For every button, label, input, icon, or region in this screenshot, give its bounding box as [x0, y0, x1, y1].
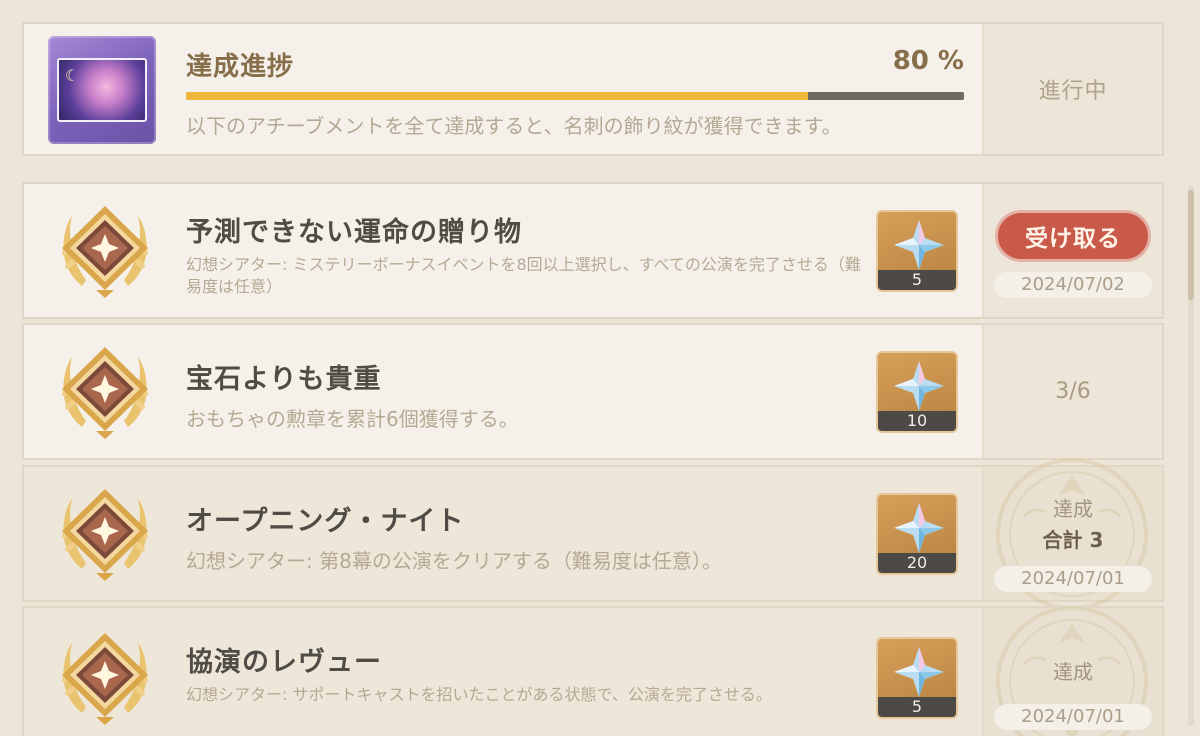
- primogem-icon: [892, 501, 946, 555]
- progress-percent: 80 %: [892, 46, 964, 76]
- reward-item[interactable]: 5: [876, 637, 958, 719]
- achievement-row: 予測できない運命の贈り物 幻想シアター: ミステリーボーナスイベントを8回以上選…: [22, 182, 1164, 319]
- achievement-description: 幻想シアター: サポートキャストを招いたことがある状態で、公演を完了させる。: [186, 685, 772, 704]
- achievement-row: 宝石よりも貴重 おもちゃの勲章を累計6個獲得する。 10 3/6: [22, 323, 1164, 460]
- reward-count: 5: [878, 269, 956, 290]
- primogem-icon: [892, 218, 946, 272]
- achievement-date: 2024/07/02: [994, 271, 1152, 298]
- namecard-thumbnail: [48, 36, 156, 144]
- laurel-star-badge-icon: [52, 339, 158, 445]
- achievement-title: 協演のレヴュー: [186, 647, 382, 678]
- achievement-description: 幻想シアター: ミステリーボーナスイベントを8回以上選択し、すべての公演を完了さ…: [186, 255, 861, 296]
- laurel-star-badge-icon: [52, 481, 158, 587]
- reward-count: 10: [878, 410, 956, 431]
- claim-reward-button[interactable]: 受け取る: [995, 209, 1151, 262]
- achievement-row: 協演のレヴュー 幻想シアター: サポートキャストを招いたことがある状態で、公演を…: [22, 606, 1164, 736]
- achievement-progress-panel: 達成進捗 80 % 以下のアチーブメントを全て達成すると、名刺の飾り紋が獲得でき…: [22, 22, 1164, 156]
- reward-count: 20: [878, 552, 956, 573]
- progress-main: 達成進捗 80 % 以下のアチーブメントを全て達成すると、名刺の飾り紋が獲得でき…: [24, 24, 982, 154]
- progress-bar: [186, 92, 964, 100]
- progress-description: 以下のアチーブメントを全て達成すると、名刺の飾り紋が獲得できます。: [186, 114, 842, 138]
- achievement-status: 達成: [1053, 660, 1093, 684]
- laurel-star-badge-icon: [52, 198, 158, 304]
- progress-title: 達成進捗: [186, 52, 295, 82]
- progress-status: 進行中: [1038, 79, 1108, 104]
- primogem-icon: [892, 645, 946, 699]
- achievement-status: 達成: [1053, 496, 1093, 521]
- progress-bar-fill: [186, 92, 809, 100]
- achievement-description: おもちゃの勲章を累計6個獲得する。: [186, 407, 519, 431]
- reward-item[interactable]: 5: [876, 209, 958, 292]
- achievement-date: 2024/07/01: [994, 566, 1152, 592]
- achievement-title: 宝石よりも貴重: [186, 364, 382, 395]
- achievement-title: オープニング・ナイト: [186, 506, 465, 537]
- achievement-total: 合計 3: [1042, 527, 1104, 552]
- achievement-row: オープニング・ナイト 幻想シアター: 第8幕の公演をクリアする（難易度は任意）。…: [22, 465, 1164, 602]
- achievement-progress-count: 3/6: [1055, 379, 1091, 404]
- progress-status-area: 進行中: [982, 24, 1162, 154]
- reward-item[interactable]: 10: [876, 350, 958, 433]
- achievement-description: 幻想シアター: 第8幕の公演をクリアする（難易度は任意）。: [186, 549, 722, 573]
- reward-count: 5: [878, 697, 956, 717]
- reward-item[interactable]: 20: [876, 492, 958, 575]
- achievement-date: 2024/07/01: [994, 704, 1152, 730]
- laurel-star-badge-icon: [52, 625, 158, 731]
- scrollbar-thumb[interactable]: [1188, 190, 1194, 300]
- primogem-icon: [892, 359, 946, 413]
- achievement-title: 予測できない運命の贈り物: [186, 217, 522, 248]
